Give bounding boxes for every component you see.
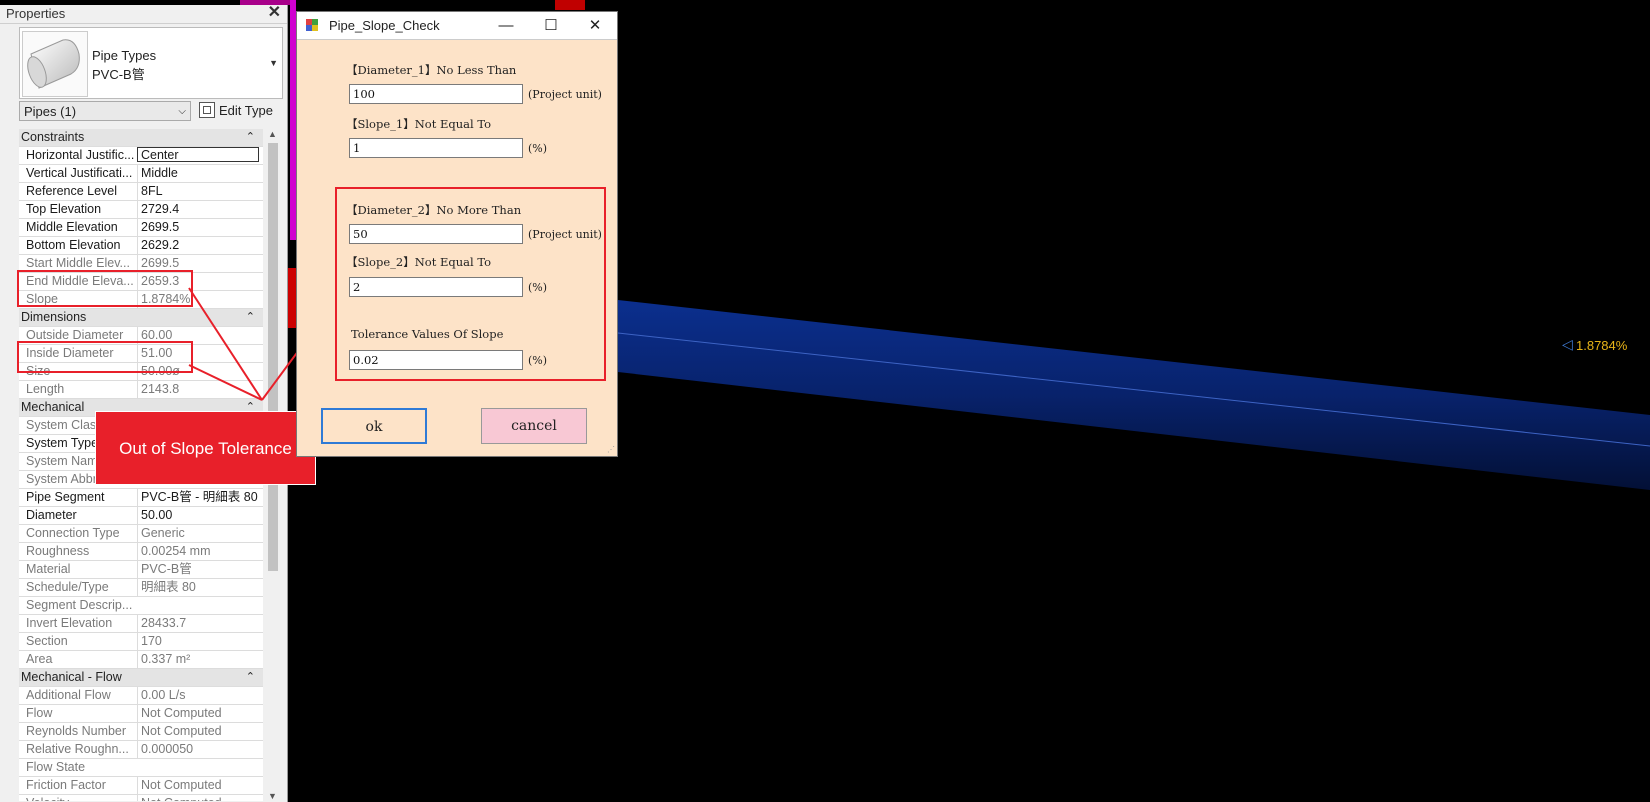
slope1-label: 【Slope_1】Not Equal To [346, 117, 492, 131]
dialog-titlebar[interactable]: Pipe_Slope_Check — ☐ ✕ [297, 12, 617, 40]
dialog-title: Pipe_Slope_Check [329, 18, 440, 33]
app-icon [306, 19, 318, 31]
diameter2-label: 【Diameter_2】No More Than [346, 203, 522, 217]
slope1-unit: (%) [528, 142, 548, 155]
diameter1-input[interactable]: 100 [349, 84, 523, 104]
maximize-icon[interactable]: ☐ [529, 12, 573, 39]
tolerance-unit: (%) [528, 354, 548, 367]
slope1-input[interactable]: 1 [349, 138, 523, 158]
minimize-icon[interactable]: — [484, 12, 528, 39]
slope2-unit: (%) [528, 281, 548, 294]
slope2-label: 【Slope_2】Not Equal To [346, 255, 492, 269]
diameter2-input[interactable]: 50 [349, 224, 523, 244]
tolerance-input[interactable]: 0.02 [349, 350, 523, 370]
diameter1-unit: (Project unit) [528, 88, 602, 101]
slope2-input[interactable]: 2 [349, 277, 523, 297]
tolerance-label: Tolerance Values Of Slope [351, 327, 504, 341]
diameter1-label: 【Diameter_1】No Less Than [346, 63, 517, 77]
diameter2-unit: (Project unit) [528, 228, 602, 241]
cancel-button[interactable]: cancel [481, 408, 587, 444]
resize-grip-icon[interactable]: ⋰ [607, 445, 615, 454]
pipe-slope-check-dialog: Pipe_Slope_Check — ☐ ✕ 【Diameter_1】No Le… [296, 11, 618, 457]
close-icon[interactable]: ✕ [573, 12, 617, 39]
callout-leader-lines [188, 287, 337, 401]
ok-button[interactable]: ok [321, 408, 427, 444]
out-of-tolerance-callout: Out of Slope Tolerance [95, 411, 316, 485]
